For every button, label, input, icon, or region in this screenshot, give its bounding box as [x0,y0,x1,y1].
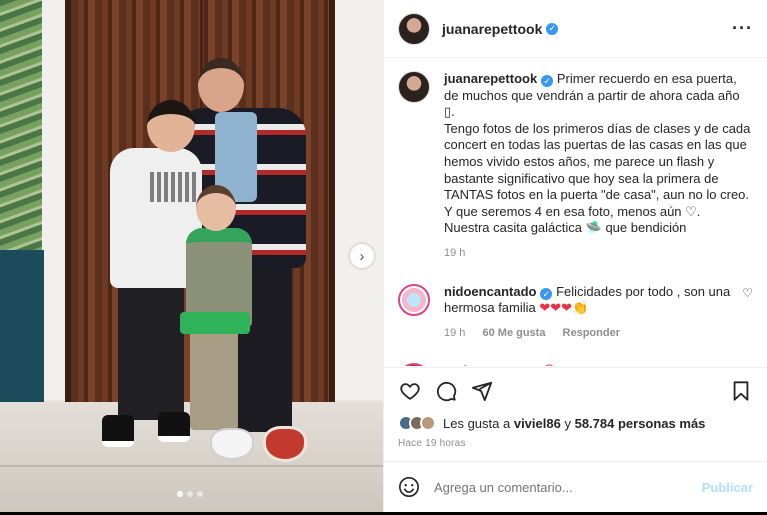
comment-username[interactable]: nidoencantado [444,284,536,299]
photo-person-girl-skirt [180,312,250,334]
comment-emojis: ❤😊 [532,363,556,366]
photo-person-girl-head [196,185,236,231]
share-button[interactable] [470,379,494,403]
comment-like-heart-icon[interactable]: ♡ [742,286,753,300]
comment-time[interactable]: 19 h [444,327,465,339]
bookmark-icon [733,380,749,401]
comment-meta: 19 h 60 Me gusta Responder [444,325,734,342]
carousel-dots [177,491,203,497]
caption-time[interactable]: 19 h [444,247,465,259]
more-options-icon[interactable]: ··· [732,18,753,39]
post-timestamp[interactable]: Hace 19 horas [398,438,466,449]
likes-summary[interactable]: Les gusta a viviel86 y 58.784 personas m… [398,415,705,431]
likes-text: Les gusta a viviel86 y 58.784 personas m… [443,416,705,431]
likes-connector: y [564,415,571,431]
post-side-panel: juanarepettook ✓ ··· juanarepettook ✓ Pri… [383,0,767,512]
carousel-dot [187,491,193,497]
caption-text-1-emoji: ▯. [444,104,455,120]
verified-badge-icon: ✓ [540,287,553,300]
likes-count[interactable]: 58.784 personas más [575,416,706,431]
photo-floor-line [0,465,383,467]
comment-likes[interactable]: 60 Me gusta [482,327,545,339]
header-username[interactable]: juanarepettook [442,21,542,37]
photo-person-boy-print [150,172,196,202]
caption-avatar[interactable] [398,71,430,103]
photo-person-boy-head [147,100,195,152]
photo-person-girl-shoe [210,428,254,460]
ufo-emoji: 🛸 [585,220,602,236]
comment-emojis: ❤❤❤👏 [539,300,589,316]
verified-badge-icon: ✓ [541,75,554,88]
photo-person-mother-shoe [263,426,307,462]
carousel-dot-active [177,491,183,497]
chevron-right-icon: › [359,247,365,265]
caption-text-3: Nuestra casita galáctica [444,220,583,236]
publish-button[interactable]: Publicar [702,480,753,495]
comment-button[interactable] [434,379,458,403]
caption: juanarepettook ✓ Primer recuerdo en esa p… [398,71,753,262]
caption-body: juanarepettook ✓ Primer recuerdo en esa p… [444,71,753,262]
post-header: juanarepettook ✓ ··· [384,0,767,58]
photo-window [0,250,44,405]
comment-avatar[interactable] [398,283,430,316]
comment-input[interactable] [434,479,702,495]
post-actions [384,367,767,413]
carousel-next-button[interactable]: › [350,244,374,268]
comment-body: nidoencantado ✓ Felicidades por todo , so… [444,284,734,342]
caption-meta: 19 h [444,245,753,262]
comment-icon [436,381,457,401]
caption-text-3-end: que bendición [605,220,687,236]
comment-avatar[interactable] [398,363,430,366]
liker-avatar [420,415,436,431]
instagram-post-modal: › juanarepettook ✓ ··· juanarepettook ✓ P… [0,0,767,512]
verified-badge-icon: ✓ [546,22,559,35]
carousel-dot [197,491,203,497]
photo-person-boy [118,285,184,420]
share-icon [471,381,493,401]
likes-user[interactable]: viviel86 [514,416,561,431]
comment-like-heart-icon[interactable]: ♡ [742,365,753,366]
post-photo[interactable]: › [0,0,383,512]
save-button[interactable] [729,379,753,403]
comment-item: serbazares✓ ❤😊 ♡ [398,363,753,366]
photo-person-girl [190,330,238,430]
comment-username[interactable]: serbazares [444,363,512,366]
comment-reply-button[interactable]: Responder [563,327,620,339]
caption-username[interactable]: juanarepettook [444,71,537,86]
like-button[interactable] [398,379,422,403]
caption-text-2: Tengo fotos de los primeros días de clas… [444,120,751,219]
photo-person-mother-head [198,58,244,112]
comment-item: nidoencantado ✓ Felicidades por todo , so… [398,283,753,342]
comments-list[interactable]: juanarepettook ✓ Primer recuerdo en esa p… [384,59,767,366]
caption-text-2-emoji: ♡. [685,203,701,219]
emoji-smile-icon[interactable] [398,476,420,498]
heart-icon [400,382,420,400]
photo-person-boy-shoe [102,415,134,447]
photo-person-boy-shoe [158,412,190,442]
add-comment-bar: Publicar [384,461,767,512]
likes-prefix: Les gusta a [443,415,511,431]
avatar[interactable] [398,12,430,45]
comment-body: serbazares✓ ❤😊 [444,363,734,366]
